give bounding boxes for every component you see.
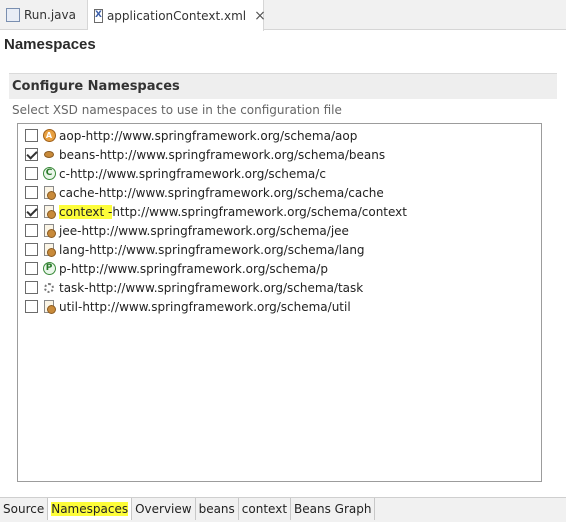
bean-icon (42, 148, 56, 162)
p-namespace-icon: P (42, 262, 56, 276)
namespace-row-p[interactable]: P p - http://www.springframework.org/sch… (18, 259, 541, 278)
namespace-uri: http://www.springframework.org/schema/c (69, 166, 326, 181)
namespace-prefix: jee (59, 223, 78, 238)
cache-checkbox[interactable] (25, 186, 38, 199)
namespace-row-jee[interactable]: jee - http://www.springframework.org/sch… (18, 221, 541, 240)
namespace-prefix: util (59, 299, 78, 314)
page-title: Namespaces (4, 36, 96, 53)
p-checkbox[interactable] (25, 262, 38, 275)
xsd-document-icon (42, 186, 56, 200)
namespace-uri: http://www.springframework.org/schema/p (70, 261, 328, 276)
gears-icon (42, 281, 56, 295)
c-checkbox[interactable] (25, 167, 38, 180)
xsd-document-icon (42, 243, 56, 257)
namespace-prefix: cache (59, 185, 95, 200)
namespace-prefix: c (59, 166, 66, 181)
tab-label: applicationContext.xml (106, 8, 247, 23)
xsd-document-icon (42, 205, 56, 219)
tab-label: Namespaces (51, 502, 129, 516)
namespace-row-task[interactable]: task - http://www.springframework.org/sc… (18, 278, 541, 297)
namespace-row-cache[interactable]: cache - http://www.springframework.org/s… (18, 183, 541, 202)
tab-beans[interactable]: beans (196, 498, 239, 520)
task-checkbox[interactable] (25, 281, 38, 294)
editor-page-tabs: Source Namespaces Overview beans context… (0, 497, 566, 522)
tab-application-context-xml[interactable]: X applicationContext.xml × (88, 0, 266, 31)
namespace-uri: http://www.springframework.org/schema/je… (81, 223, 349, 238)
lang-checkbox[interactable] (25, 243, 38, 256)
namespace-uri: http://www.springframework.org/schema/ca… (98, 185, 384, 200)
tab-label: Run.java (24, 8, 76, 22)
namespace-prefix: beans (59, 147, 96, 162)
namespace-row-lang[interactable]: lang - http://www.springframework.org/sc… (18, 240, 541, 259)
namespace-row-c[interactable]: C c - http://www.springframework.org/sch… (18, 164, 541, 183)
tab-namespaces[interactable]: Namespaces (48, 498, 133, 520)
namespace-uri: http://www.springframework.org/schema/be… (99, 147, 386, 162)
namespace-uri: http://www.springframework.org/schema/la… (89, 242, 365, 257)
close-icon[interactable]: × (254, 9, 266, 23)
namespace-row-aop[interactable]: A aop - http://www.springframework.org/s… (18, 126, 541, 145)
aop-icon: A (42, 129, 56, 143)
beans-checkbox[interactable] (25, 148, 38, 161)
jee-checkbox[interactable] (25, 224, 38, 237)
tab-source[interactable]: Source (0, 498, 49, 520)
section-title: Configure Namespaces (9, 73, 557, 99)
tab-run-java[interactable]: Run.java (0, 0, 88, 30)
c-namespace-icon: C (42, 167, 56, 181)
xsd-document-icon (42, 300, 56, 314)
tab-context[interactable]: context (239, 498, 292, 520)
tab-beans-graph[interactable]: Beans Graph (291, 498, 376, 520)
configure-namespaces-section: Configure Namespaces Select XSD namespac… (9, 73, 557, 489)
editor-tab-bar: Run.java X applicationContext.xml × (0, 0, 566, 31)
namespace-row-util[interactable]: util - http://www.springframework.org/sc… (18, 297, 541, 316)
tab-overview[interactable]: Overview (132, 498, 196, 520)
namespace-row-context[interactable]: context - http://www.springframework.org… (18, 202, 541, 221)
namespace-row-beans[interactable]: beans - http://www.springframework.org/s… (18, 145, 541, 164)
java-file-icon (6, 8, 20, 22)
namespace-uri: http://www.springframework.org/schema/co… (112, 204, 407, 219)
section-description: Select XSD namespaces to use in the conf… (12, 103, 342, 117)
namespace-uri: http://www.springframework.org/schema/ta… (88, 280, 364, 295)
namespace-prefix: p (59, 261, 67, 276)
namespace-prefix: task (59, 280, 85, 295)
namespace-list[interactable]: A aop - http://www.springframework.org/s… (17, 123, 542, 482)
namespace-uri: http://www.springframework.org/schema/ao… (85, 128, 358, 143)
namespace-uri: http://www.springframework.org/schema/ut… (82, 299, 351, 314)
util-checkbox[interactable] (25, 300, 38, 313)
separator: - (104, 204, 113, 219)
namespace-prefix: context (59, 204, 105, 219)
xml-file-icon: X (94, 8, 103, 23)
jee-icon (42, 224, 56, 238)
context-checkbox[interactable] (25, 205, 38, 218)
aop-checkbox[interactable] (25, 129, 38, 142)
namespace-prefix: lang (59, 242, 85, 257)
highlighted-prefix: context - (59, 204, 113, 219)
namespace-prefix: aop (59, 128, 82, 143)
